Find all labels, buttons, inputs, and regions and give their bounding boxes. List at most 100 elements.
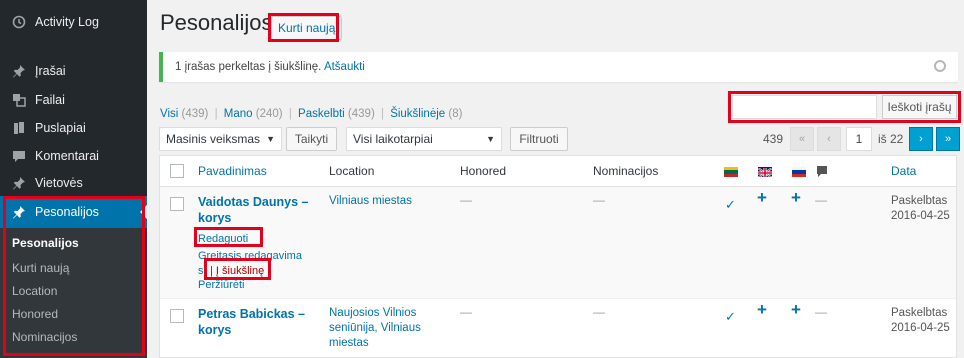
bulk-actions-select[interactable]: Masinis veiksmas ▼ bbox=[159, 127, 282, 151]
last-page-button[interactable]: » bbox=[936, 127, 960, 151]
status-mine[interactable]: Mano bbox=[224, 108, 253, 120]
status-count: (439) bbox=[181, 108, 209, 120]
pin-icon bbox=[11, 63, 27, 79]
menu-label: Puslapiai bbox=[35, 121, 86, 135]
chevron-down-icon: ▼ bbox=[266, 134, 275, 144]
submenu: Pesonalijos Kurti naują Location Honored… bbox=[0, 228, 147, 358]
status-all[interactable]: Visi bbox=[160, 108, 178, 120]
apply-button[interactable]: Taikyti bbox=[286, 127, 337, 151]
column-title[interactable]: Pavadinimas bbox=[198, 164, 267, 178]
trash-link[interactable]: | Į šiukšlinę bbox=[210, 264, 264, 278]
row-title[interactable]: Petras Babickas – korys bbox=[198, 306, 316, 338]
status-count: (439) bbox=[347, 108, 375, 120]
first-page-button[interactable]: « bbox=[790, 127, 814, 151]
menu-pesonalijos[interactable]: Pesonalijos bbox=[0, 196, 147, 228]
search-button[interactable]: Ieškoti įrašų bbox=[882, 95, 957, 119]
page-icon bbox=[11, 120, 27, 136]
add-translation-icon[interactable]: + bbox=[791, 189, 801, 206]
column-nominations: Nominacijos bbox=[593, 164, 659, 178]
column-honored: Honored bbox=[460, 164, 507, 178]
notice-banner: 1 įrašas perkeltas į šiukšlinę. Atšaukti bbox=[159, 52, 958, 82]
row-honored: — bbox=[460, 193, 472, 207]
menu-label: Vietovės bbox=[35, 176, 83, 190]
pin-icon bbox=[11, 204, 27, 220]
flag-lt-icon bbox=[724, 167, 738, 177]
menu-label: Komentarai bbox=[35, 149, 99, 163]
row-location-line: miestas bbox=[329, 337, 369, 349]
row-title-line: korys bbox=[198, 323, 232, 337]
row-date: 2016-04-25 bbox=[891, 322, 950, 334]
date-filter-select[interactable]: Visi laikotarpiai ▼ bbox=[346, 127, 502, 151]
media-icon bbox=[11, 92, 27, 108]
row-title-line: korys bbox=[198, 211, 232, 225]
search-input[interactable] bbox=[732, 95, 877, 119]
row-location[interactable]: Naujosios Vilnios seniūnija, Vilniaus mi… bbox=[329, 306, 421, 351]
total-pages: iš 22 bbox=[878, 132, 904, 146]
add-new-button[interactable]: Kurti naują bbox=[271, 16, 343, 40]
submenu-add-new[interactable]: Kurti naują bbox=[12, 261, 69, 275]
notice-message: 1 įrašas perkeltas į šiukšlinę. Atšaukti bbox=[175, 61, 365, 73]
menu-label: Activity Log bbox=[35, 15, 99, 29]
submenu-honored[interactable]: Honored bbox=[12, 307, 58, 321]
edit-link[interactable]: Redaguoti bbox=[198, 232, 248, 246]
comment-icon bbox=[816, 165, 828, 181]
menu-label: Įrašai bbox=[35, 64, 66, 78]
prev-page-button[interactable]: ‹ bbox=[817, 127, 841, 151]
row-nominations: — bbox=[593, 305, 605, 319]
add-translation-icon[interactable]: + bbox=[757, 189, 767, 206]
menu-label: Failai bbox=[35, 93, 65, 107]
comments-count: — bbox=[815, 193, 827, 207]
undo-link[interactable]: Atšaukti bbox=[324, 61, 365, 73]
date-filter-value: Visi laikotarpiai bbox=[353, 132, 433, 146]
status-trash[interactable]: Šiukšlinėje bbox=[390, 108, 445, 120]
posts-table: Pavadinimas Location Honored Nominacijos… bbox=[159, 155, 957, 358]
menu-posts[interactable]: Įrašai bbox=[0, 55, 147, 87]
comments-count: — bbox=[815, 305, 827, 319]
row-date: 2016-04-25 bbox=[891, 210, 950, 222]
table-row: Petras Babickas – korys Naujosios Vilnio… bbox=[160, 298, 956, 357]
quick-edit-link-wrap[interactable]: s bbox=[198, 264, 204, 278]
column-location: Location bbox=[329, 164, 375, 178]
row-checkbox[interactable] bbox=[170, 197, 184, 211]
column-date[interactable]: Data bbox=[891, 164, 916, 178]
dismiss-icon[interactable] bbox=[934, 60, 946, 72]
add-translation-icon[interactable]: + bbox=[757, 301, 767, 318]
status-published[interactable]: Paskelbti bbox=[298, 108, 345, 120]
add-translation-icon[interactable]: + bbox=[791, 301, 801, 318]
row-location[interactable]: Vilniaus miestas bbox=[329, 194, 412, 209]
row-nominations: — bbox=[593, 193, 605, 207]
view-link[interactable]: Peržiūrėti bbox=[198, 278, 244, 292]
main-content: Pesonalijos Kurti naują 1 įrašas perkelt… bbox=[147, 0, 964, 358]
page-title: Pesonalijos bbox=[160, 10, 273, 35]
submenu-location[interactable]: Location bbox=[12, 284, 57, 298]
menu-label: Pesonalijos bbox=[35, 205, 99, 219]
clock-icon bbox=[11, 14, 27, 30]
bulk-actions-value: Masinis veiksmas bbox=[166, 132, 261, 146]
current-page-input[interactable]: 1 bbox=[846, 127, 872, 151]
select-all-checkbox[interactable] bbox=[170, 164, 184, 178]
quick-edit-link[interactable]: Greitasis redagavima bbox=[198, 249, 302, 263]
row-title-line: Petras Babickas – bbox=[198, 307, 306, 321]
row-status: Paskelbtas bbox=[891, 307, 948, 319]
chevron-down-icon: ▼ bbox=[486, 134, 495, 144]
row-checkbox[interactable] bbox=[170, 309, 184, 323]
filter-button[interactable]: Filtruoti bbox=[510, 127, 568, 151]
status-count: (240) bbox=[255, 108, 283, 120]
check-icon[interactable]: ✓ bbox=[725, 309, 736, 324]
menu-activity-log[interactable]: Activity Log bbox=[0, 6, 147, 38]
check-icon[interactable]: ✓ bbox=[725, 197, 736, 212]
pin-icon bbox=[11, 175, 27, 191]
status-filter-links: Visi (439) | Mano (240) | Paskelbti (439… bbox=[160, 108, 463, 120]
row-location-line: Naujosios Vilnios bbox=[329, 307, 417, 319]
flag-gb-icon bbox=[758, 167, 772, 177]
row-title[interactable]: Vaidotas Daunys – korys bbox=[198, 194, 316, 226]
row-title-line: Vaidotas Daunys – bbox=[198, 195, 309, 209]
items-count: 439 bbox=[763, 132, 784, 146]
row-honored: — bbox=[460, 305, 472, 319]
status-count: (8) bbox=[448, 108, 463, 120]
next-page-button[interactable]: › bbox=[909, 127, 933, 151]
menu-locations[interactable]: Vietovės bbox=[0, 167, 147, 199]
submenu-nominations[interactable]: Nominacijos bbox=[12, 330, 77, 344]
submenu-all[interactable]: Pesonalijos bbox=[12, 236, 79, 250]
notice-text: 1 įrašas perkeltas į šiukšlinę. bbox=[175, 61, 322, 73]
